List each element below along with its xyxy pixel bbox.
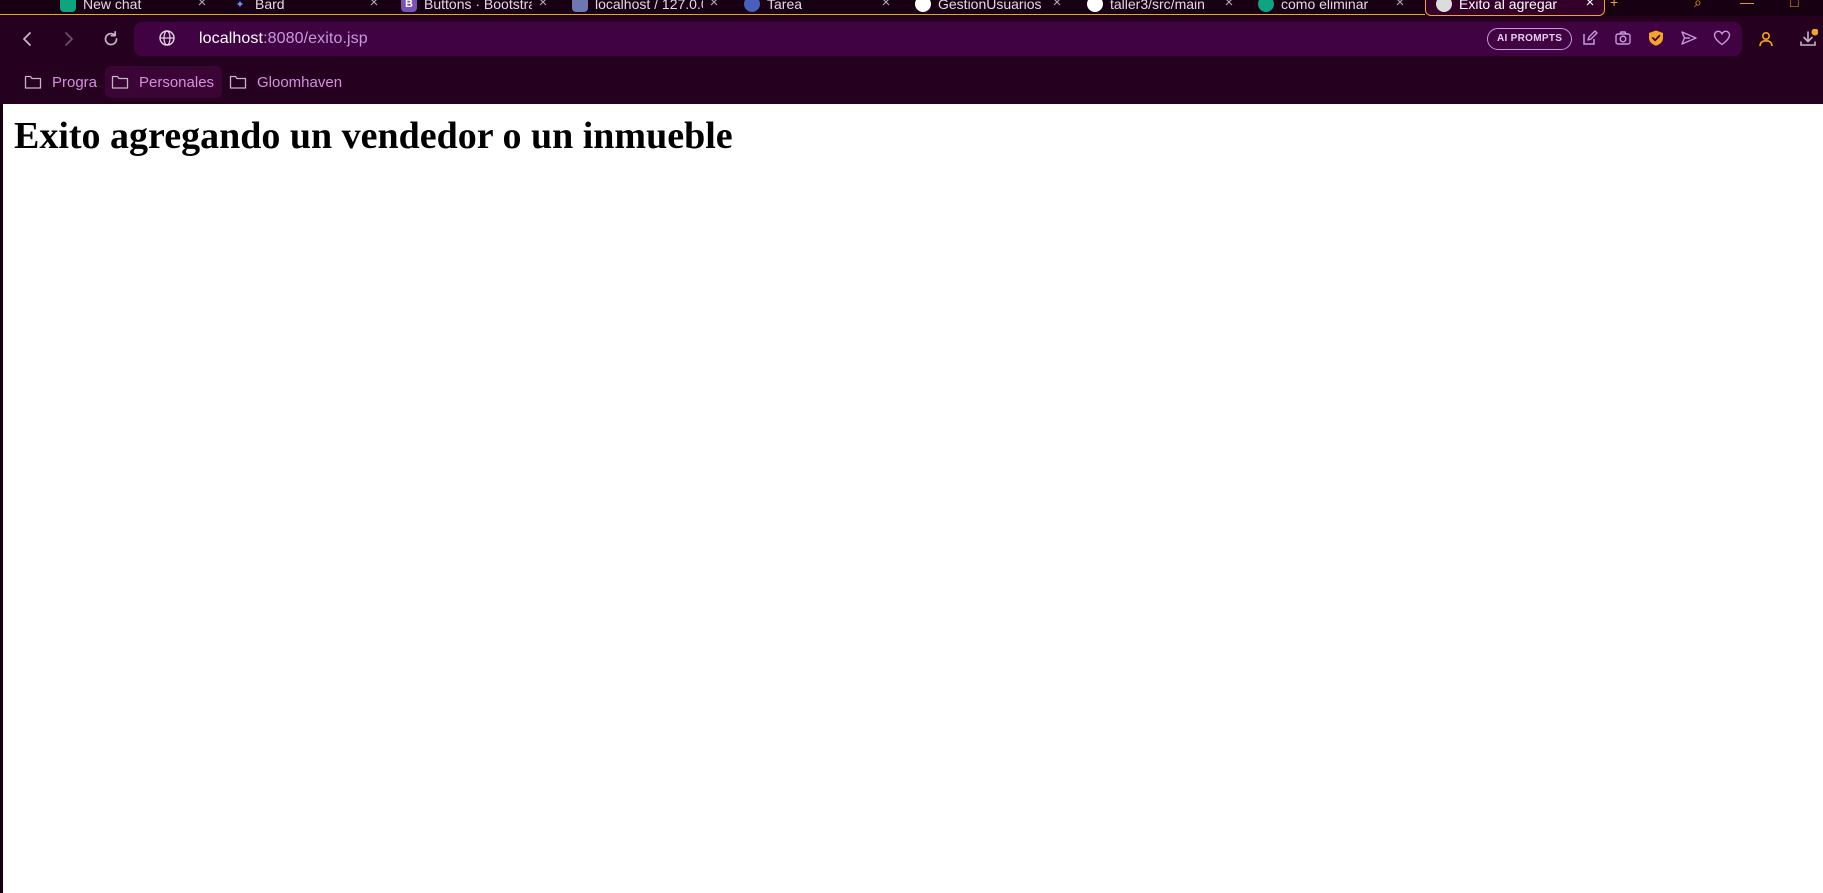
ad-blocker-button[interactable]: [1645, 27, 1667, 49]
url-host: localhost: [199, 30, 264, 47]
arrow-left-icon: [23, 32, 31, 46]
close-icon[interactable]: ×: [1049, 0, 1065, 11]
site-info-button[interactable]: [156, 27, 178, 49]
tab-new-chat[interactable]: New chat ×: [60, 0, 210, 15]
bookmark-folder-gloomhaven[interactable]: Gloomhaven: [223, 66, 350, 98]
downloads-button[interactable]: [1795, 26, 1821, 52]
reload-button[interactable]: [98, 26, 124, 52]
profile-button[interactable]: [1753, 26, 1779, 52]
tab-bootstrap[interactable]: B Buttons · Bootstrap ×: [401, 0, 551, 15]
close-icon[interactable]: ×: [878, 0, 894, 11]
tab-exito-active[interactable]: Exito al agregar ×: [1425, 0, 1605, 16]
url-path: :8080/exito.jsp: [263, 30, 368, 47]
favorite-button[interactable]: [1711, 27, 1733, 49]
bookmark-label: Personales: [139, 73, 215, 91]
chatgpt-icon: [60, 0, 76, 12]
close-icon[interactable]: ×: [194, 0, 210, 11]
camera-icon: [1615, 31, 1631, 45]
send-icon: [1681, 31, 1697, 45]
github-icon: [915, 0, 931, 12]
ai-prompts-button[interactable]: AI PROMPTS: [1487, 28, 1573, 50]
page-viewport: Exito agregando un vendedor o un inmuebl…: [3, 104, 1823, 893]
globe-icon: [159, 30, 175, 46]
minimize-icon[interactable]: —: [1740, 0, 1754, 10]
close-icon[interactable]: ×: [1392, 0, 1408, 11]
send-button[interactable]: [1678, 27, 1700, 49]
page-heading: Exito agregando un vendedor o un inmuebl…: [14, 115, 733, 157]
folder-icon: [111, 75, 129, 89]
github-icon: [1087, 0, 1103, 12]
reload-icon: [104, 30, 118, 46]
tab-tarea[interactable]: Tarea ×: [744, 0, 894, 15]
close-icon[interactable]: ×: [366, 0, 382, 11]
bookmark-folder-progra[interactable]: Progra: [18, 66, 105, 98]
folder-icon: [229, 75, 247, 89]
search-tabs-icon[interactable]: ⌕: [1694, 0, 1702, 11]
back-button[interactable]: [15, 26, 41, 52]
notification-dot: [1811, 29, 1818, 36]
tab-gestionusuarios[interactable]: GestionUsuarios ×: [915, 0, 1065, 15]
bookmark-label: Gloomhaven: [257, 73, 343, 91]
new-tab-icon[interactable]: +: [1610, 0, 1618, 10]
chatgpt-icon: [1258, 0, 1274, 12]
folder-icon: [24, 75, 42, 89]
edit-icon: [1583, 30, 1598, 45]
close-icon[interactable]: ×: [706, 0, 722, 11]
user-icon: [1759, 31, 1773, 47]
arrow-right-icon: [65, 32, 73, 46]
maximize-icon[interactable]: □: [1790, 0, 1798, 10]
bookmark-folder-personales[interactable]: Personales: [105, 66, 223, 98]
edit-page-button[interactable]: [1579, 27, 1601, 49]
shield-check-icon: [1649, 30, 1663, 46]
forward-button[interactable]: [55, 26, 81, 52]
phpmyadmin-icon: [572, 0, 588, 12]
bard-icon: ✦: [235, 0, 245, 11]
tab-strip: New chat × ✦ Bard × B Buttons · Bootstra…: [0, 0, 1823, 16]
tab-taller3[interactable]: taller3/src/main ×: [1087, 0, 1237, 15]
screenshot-button[interactable]: [1612, 27, 1634, 49]
url-text[interactable]: localhost:8080/exito.jsp: [199, 30, 368, 48]
heart-icon: [1713, 30, 1731, 46]
globe-icon: [1436, 0, 1452, 12]
close-icon[interactable]: ×: [1221, 0, 1237, 11]
bootstrap-icon: B: [401, 0, 417, 12]
address-bar[interactable]: localhost:8080/exito.jsp AI PROMPTS: [134, 22, 1742, 56]
bookmark-label: Progra: [52, 73, 98, 91]
tab-como-eliminar[interactable]: como eliminar ×: [1258, 0, 1408, 15]
globe-icon: [744, 0, 760, 12]
close-icon[interactable]: ×: [1582, 0, 1598, 11]
tab-bard[interactable]: ✦ Bard ×: [232, 0, 382, 15]
download-icon: [1800, 29, 1818, 46]
tab-phpmyadmin[interactable]: localhost / 127.0.0.1 ×: [572, 0, 722, 15]
close-icon[interactable]: ×: [535, 0, 551, 11]
browser-toolbar: localhost:8080/exito.jsp AI PROMPTS Prog…: [0, 16, 1823, 104]
